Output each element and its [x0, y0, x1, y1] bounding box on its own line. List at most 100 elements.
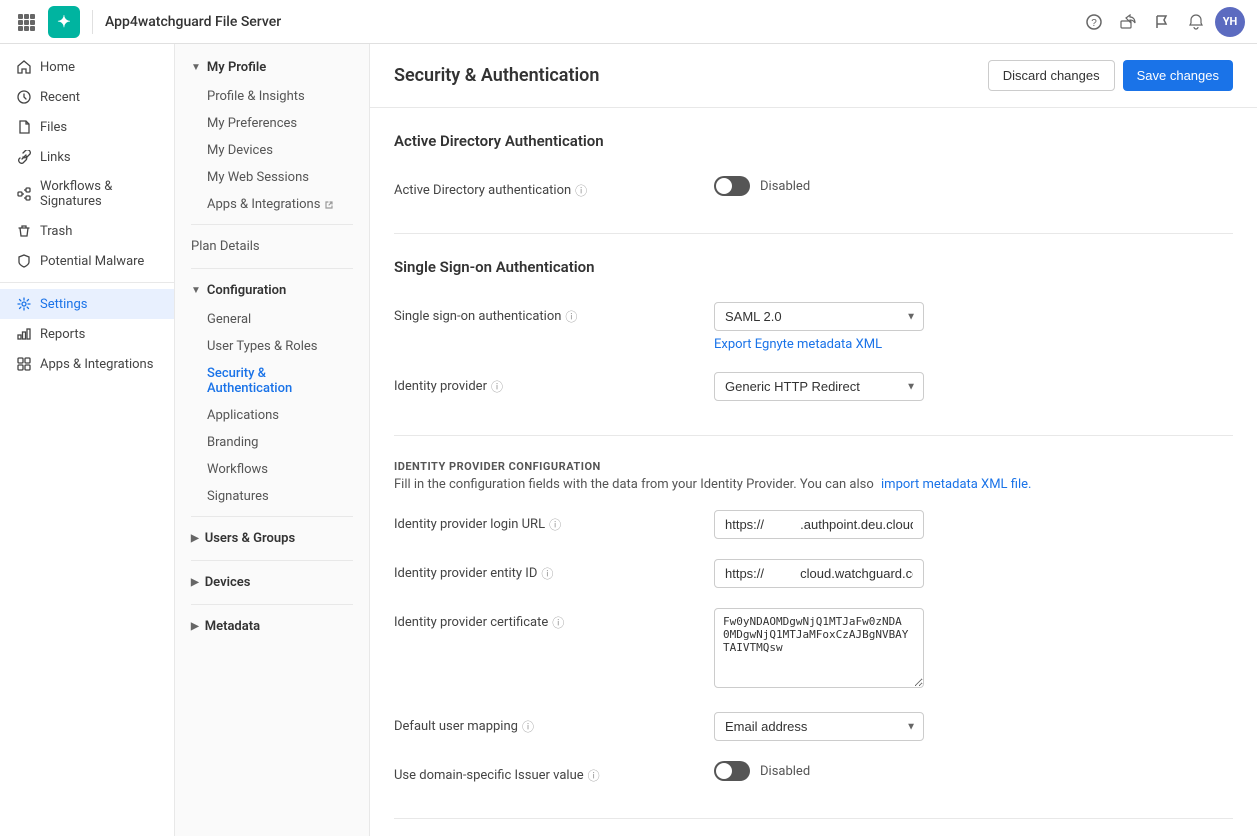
user-avatar[interactable]: YH — [1215, 7, 1245, 37]
sidebar-item-files[interactable]: Files — [0, 112, 174, 142]
cert-info-icon[interactable]: ⓘ — [552, 614, 564, 631]
sidebar-item-workflows[interactable]: Workflows & Signatures — [0, 172, 174, 216]
metadata-chevron: ▶ — [191, 621, 199, 632]
external-link-icon — [324, 200, 334, 210]
nav-plan-details[interactable]: Plan Details — [175, 231, 369, 262]
sidebar-item-apps[interactable]: Apps & Integrations — [0, 349, 174, 379]
workflow-icon — [16, 186, 32, 202]
save-changes-button[interactable]: Save changes — [1123, 60, 1233, 91]
entity-id-label: Identity provider entity ID ⓘ — [394, 559, 714, 582]
share-icon[interactable] — [1113, 7, 1143, 37]
entity-id-control — [714, 559, 1233, 588]
sso-select[interactable]: SAML 2.0 OpenID Connect Disabled — [714, 302, 924, 331]
chart-icon — [16, 326, 32, 342]
export-metadata-link[interactable]: Export Egnyte metadata XML — [714, 337, 882, 352]
idp-info-icon[interactable]: ⓘ — [491, 378, 503, 395]
my-profile-chevron: ▼ — [191, 62, 201, 73]
user-mapping-field-row: Default user mapping ⓘ Email address Use… — [394, 702, 1233, 751]
active-directory-field-row: Active Directory authentication ⓘ Disabl… — [394, 166, 1233, 209]
active-directory-toggle[interactable] — [714, 176, 750, 196]
apps-icon — [16, 356, 32, 372]
nav-col: ▼ My Profile Profile & Insights My Prefe… — [175, 44, 370, 836]
nav-sub-item-security-auth[interactable]: Security & Authentication — [175, 360, 369, 402]
grid-menu-icon[interactable] — [12, 8, 40, 36]
cert-textarea[interactable]: Fw0yNDAOMDgwNjQ1MTJaFw0zNDA 0MDgwNjQ1MTJ… — [714, 608, 924, 688]
nav-sub-item-my-web-sessions[interactable]: My Web Sessions — [175, 164, 369, 191]
nav-section-header-devices[interactable]: ▶ Devices — [175, 567, 369, 598]
nav-sub-item-my-preferences[interactable]: My Preferences — [175, 110, 369, 137]
user-mapping-control: Email address Username ▼ — [714, 712, 1233, 741]
home-icon — [16, 59, 32, 75]
active-directory-section: Active Directory Authentication Active D… — [394, 108, 1233, 234]
enterprise-key-section: Enterprise Key Management Encryption key… — [394, 819, 1233, 836]
domain-issuer-toggle-label: Disabled — [760, 764, 810, 779]
entity-id-info-icon[interactable]: ⓘ — [541, 565, 553, 582]
nav-sub-item-my-devices[interactable]: My Devices — [175, 137, 369, 164]
domain-issuer-control: Disabled — [714, 761, 1233, 781]
user-mapping-select-wrapper: Email address Username ▼ — [714, 712, 924, 741]
idp-control: Generic HTTP Redirect ADFS Okta Azure AD… — [714, 372, 1233, 401]
active-directory-toggle-label: Disabled — [760, 179, 810, 194]
svg-text:?: ? — [1091, 18, 1097, 29]
active-directory-toggle-row: Disabled — [714, 176, 1233, 196]
header-actions: Discard changes Save changes — [988, 60, 1233, 91]
help-icon[interactable]: ? — [1079, 7, 1109, 37]
content-body: Active Directory Authentication Active D… — [370, 108, 1257, 836]
nav-sub-item-apps-integrations[interactable]: Apps & Integrations — [175, 191, 369, 218]
sidebar-item-settings[interactable]: Settings — [0, 289, 174, 319]
cert-control: Fw0yNDAOMDgwNjQ1MTJaFw0zNDA 0MDgwNjQ1MTJ… — [714, 608, 1233, 692]
page-title: Security & Authentication — [394, 65, 599, 86]
sidebar-item-home[interactable]: Home — [0, 52, 174, 82]
idp-select[interactable]: Generic HTTP Redirect ADFS Okta Azure AD… — [714, 372, 924, 401]
sso-field-row: Single sign-on authentication ⓘ SAML 2.0… — [394, 292, 1233, 362]
flag-icon[interactable] — [1147, 7, 1177, 37]
domain-issuer-info-icon[interactable]: ⓘ — [588, 767, 600, 784]
user-mapping-select[interactable]: Email address Username — [714, 712, 924, 741]
login-url-input[interactable] — [714, 510, 924, 539]
topbar-icons: ? YH — [1079, 7, 1245, 37]
domain-issuer-label: Use domain-specific Issuer value ⓘ — [394, 761, 714, 784]
active-directory-info-icon[interactable]: ⓘ — [575, 182, 587, 199]
domain-issuer-toggle-row: Disabled — [714, 761, 1233, 781]
sidebar-item-recent[interactable]: Recent — [0, 82, 174, 112]
sidebar-item-trash[interactable]: Trash — [0, 216, 174, 246]
import-metadata-link[interactable]: import metadata XML file. — [881, 477, 1031, 492]
nav-divider-4 — [191, 560, 353, 561]
nav-sub-item-workflows[interactable]: Workflows — [175, 456, 369, 483]
sso-label: Single sign-on authentication ⓘ — [394, 302, 714, 325]
nav-sub-item-branding[interactable]: Branding — [175, 429, 369, 456]
login-url-info-icon[interactable]: ⓘ — [549, 516, 561, 533]
clock-icon — [16, 89, 32, 105]
domain-issuer-toggle[interactable] — [714, 761, 750, 781]
discard-changes-button[interactable]: Discard changes — [988, 60, 1115, 91]
sidebar-item-reports[interactable]: Reports — [0, 319, 174, 349]
entity-id-input[interactable] — [714, 559, 924, 588]
nav-sub-item-user-types-roles[interactable]: User Types & Roles — [175, 333, 369, 360]
nav-sub-item-applications[interactable]: Applications — [175, 402, 369, 429]
shield-icon — [16, 253, 32, 269]
sso-info-icon[interactable]: ⓘ — [565, 308, 577, 325]
nav-section-header-metadata[interactable]: ▶ Metadata — [175, 611, 369, 642]
user-mapping-info-icon[interactable]: ⓘ — [522, 718, 534, 735]
content-area: Security & Authentication Discard change… — [370, 44, 1257, 836]
app-title: App4watchguard File Server — [105, 14, 1071, 30]
nav-section-header-my-profile[interactable]: ▼ My Profile — [175, 52, 369, 83]
sso-control: SAML 2.0 OpenID Connect Disabled ▼ Expor… — [714, 302, 1233, 352]
active-directory-title: Active Directory Authentication — [394, 132, 1233, 150]
topbar-divider — [92, 10, 93, 34]
nav-sub-item-signatures[interactable]: Signatures — [175, 483, 369, 510]
entity-id-field-row: Identity provider entity ID ⓘ — [394, 549, 1233, 598]
sidebar: Home Recent Files Links Workflows & Sign… — [0, 44, 175, 836]
nav-section-header-configuration[interactable]: ▼ Configuration — [175, 275, 369, 306]
file-icon — [16, 119, 32, 135]
sidebar-item-malware[interactable]: Potential Malware — [0, 246, 174, 276]
app-logo: ✦ — [48, 6, 80, 38]
sidebar-item-links[interactable]: Links — [0, 142, 174, 172]
nav-sub-item-general[interactable]: General — [175, 306, 369, 333]
idp-config-section-title: IDENTITY PROVIDER CONFIGURATION — [394, 460, 1233, 473]
bell-icon[interactable] — [1181, 7, 1211, 37]
nav-sub-item-profile-insights[interactable]: Profile & Insights — [175, 83, 369, 110]
nav-divider-1 — [191, 224, 353, 225]
cert-field-row: Identity provider certificate ⓘ Fw0yNDAO… — [394, 598, 1233, 702]
nav-section-header-users-groups[interactable]: ▶ Users & Groups — [175, 523, 369, 554]
